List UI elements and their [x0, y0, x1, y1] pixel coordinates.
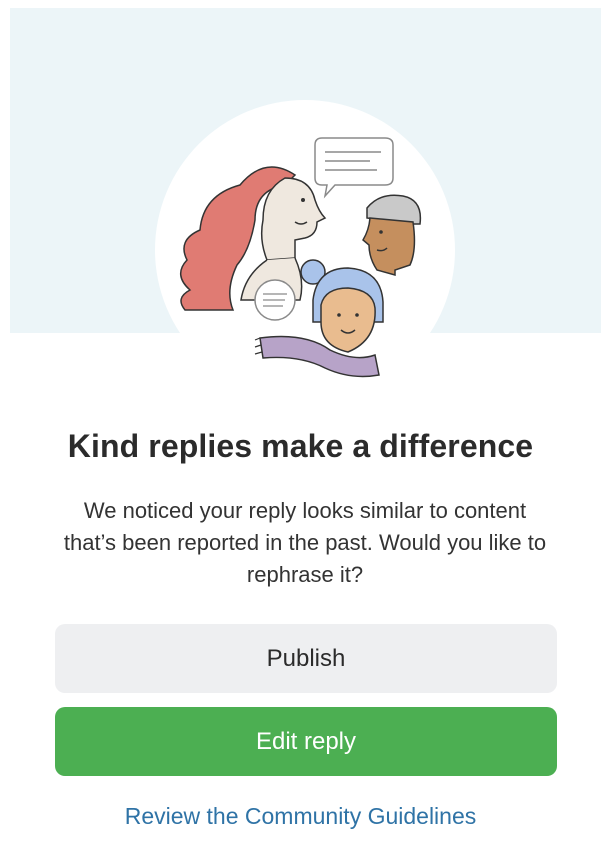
woman-with-red-hair	[180, 166, 327, 311]
dialog-message: We noticed your reply looks similar to c…	[63, 498, 547, 587]
woman-with-blue-bun	[300, 259, 384, 353]
speech-bubble-icon	[314, 137, 394, 199]
edit-reply-button[interactable]: Edit reply	[55, 707, 557, 776]
community-illustration	[180, 137, 422, 378]
man-with-gray-hair	[362, 194, 422, 276]
publish-button[interactable]: Publish	[55, 624, 557, 693]
speech-bubble-icon	[254, 279, 296, 321]
community-guidelines-link[interactable]: Review the Community Guidelines	[0, 803, 601, 830]
dialog-title: Kind replies make a difference	[67, 428, 534, 464]
